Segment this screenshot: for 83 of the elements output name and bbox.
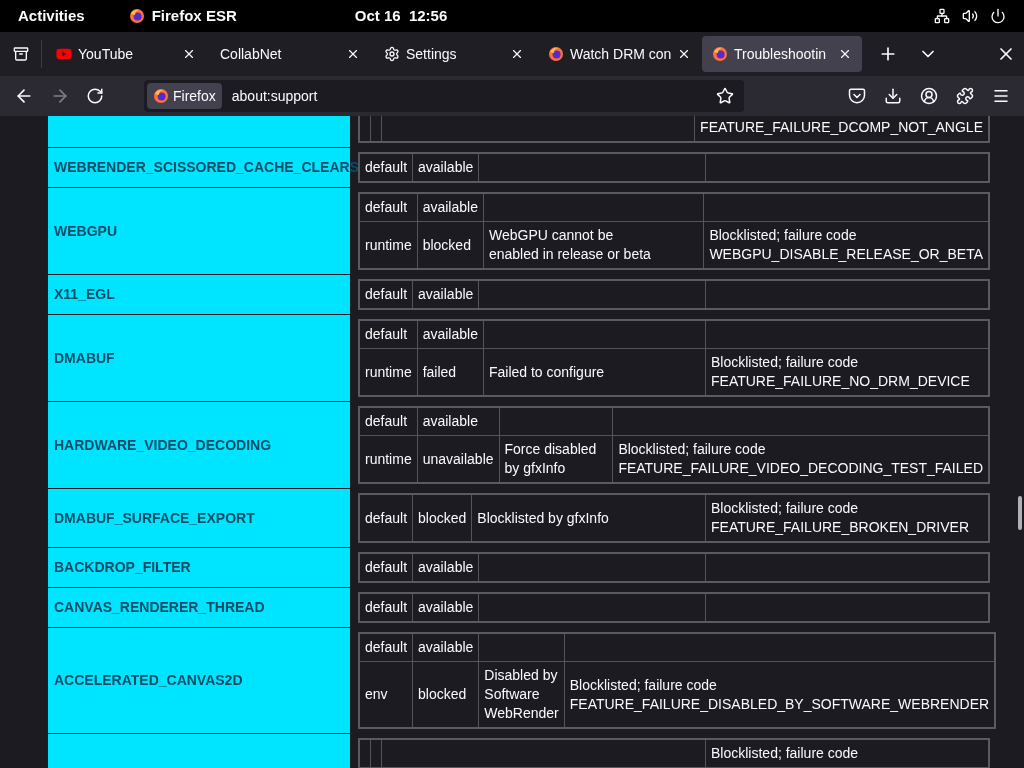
table-cell-text: failed bbox=[422, 363, 457, 380]
tab-title: Settings bbox=[406, 44, 458, 64]
network-icon[interactable] bbox=[934, 8, 950, 24]
table-cell-text: Blocklisted; failure code WEBGPU_DISABLE_RELEASE_OR_BETA bbox=[709, 227, 983, 262]
download-icon[interactable] bbox=[884, 87, 902, 105]
table-cell-text: default bbox=[365, 199, 408, 215]
url-text[interactable]: about:support bbox=[231, 85, 318, 107]
table-cell-text: Failed to configure bbox=[488, 363, 605, 380]
table-cell-text: available bbox=[418, 286, 474, 302]
app-name[interactable]: Firefox ESR bbox=[151, 4, 237, 28]
video-play-icon bbox=[56, 46, 72, 62]
extensions-icon[interactable] bbox=[956, 87, 974, 105]
table-cell-text: Blocklisted; failure code FEATURE_FAILURE_NO_DRM_DEVICE bbox=[711, 354, 970, 389]
feature-name: BACKDROP_FILTER bbox=[54, 558, 191, 577]
table-cell-text: runtime bbox=[365, 363, 412, 380]
clock[interactable]: Oct 16 12:56 bbox=[354, 4, 448, 28]
table-cell-text: blocked bbox=[418, 686, 467, 702]
settings-icon bbox=[384, 46, 400, 62]
table-cell-text: default bbox=[365, 639, 408, 655]
table-cell-text: default bbox=[365, 509, 408, 526]
table-cell-text: Blocklisted; failure code FEATURE_FAILURE_DISABLED_BY_SOFTWARE_WEBRENDER bbox=[569, 676, 990, 712]
table-cell-text: Blocklisted; failure code FEATURE_FAILURE_VIDEO_DECODING_TEST_FAILED bbox=[618, 441, 983, 476]
table-cell-text: Blocklisted by gfxInfo bbox=[477, 509, 609, 526]
feature-name: WEBGPU bbox=[54, 221, 117, 241]
table-cell-text: blocked bbox=[418, 509, 467, 526]
table-cell-text: runtime bbox=[365, 450, 412, 467]
firefox-icon bbox=[548, 46, 564, 62]
table-cell-text: default bbox=[365, 413, 408, 429]
close-icon[interactable] bbox=[838, 47, 852, 61]
browser-tab[interactable]: YouTube bbox=[46, 36, 206, 72]
tab-title: Watch DRM con bbox=[570, 44, 672, 64]
tab-title: Troubleshootin bbox=[734, 44, 828, 64]
table-cell-text: Blocklisted; failure code bbox=[711, 745, 859, 761]
close-icon[interactable] bbox=[346, 47, 360, 61]
table-cell-text: available bbox=[418, 159, 474, 175]
feature-name: X11_EGL bbox=[54, 285, 115, 304]
browser-tab[interactable]: CollabNet bbox=[210, 36, 370, 72]
table-cell-text: unavailable bbox=[422, 450, 494, 467]
browser-tab[interactable]: Settings bbox=[374, 36, 534, 72]
firefox-icon bbox=[153, 88, 169, 104]
table-cell-text: blocked bbox=[422, 236, 471, 253]
pocket-icon[interactable] bbox=[848, 87, 866, 105]
table-cell-text: default bbox=[365, 326, 408, 342]
table-cell-text: available bbox=[418, 639, 474, 655]
table-cell-text: default bbox=[365, 159, 408, 175]
table-cell-text: available bbox=[422, 413, 478, 429]
table-cell-text: default bbox=[365, 286, 408, 302]
app-icon bbox=[128, 8, 145, 24]
table-cell-text: available bbox=[418, 599, 474, 615]
account-icon[interactable] bbox=[920, 87, 938, 105]
browser-tab[interactable]: Troubleshootin bbox=[702, 36, 862, 72]
feature-name: CANVAS_RENDERER_THREAD bbox=[54, 598, 265, 617]
table-cell-text: default bbox=[365, 559, 408, 575]
feature-name: DMABUF bbox=[54, 348, 115, 368]
reload-icon[interactable] bbox=[86, 87, 104, 105]
activities-button[interactable]: Activities bbox=[18, 4, 85, 28]
address-bar[interactable]: Firefox about:support bbox=[144, 80, 744, 112]
scrollbar-thumb[interactable] bbox=[1018, 496, 1022, 530]
star-icon[interactable] bbox=[716, 87, 734, 105]
feature-name: DMABUF_SURFACE_EXPORT bbox=[54, 508, 255, 528]
table-cell-text: available bbox=[422, 199, 478, 215]
table-cell-text: Blocklisted; failure code FEATURE_FAILURE_BROKEN_DRIVER bbox=[711, 500, 970, 535]
browser-tab[interactable]: Watch DRM con bbox=[538, 36, 698, 72]
power-icon[interactable] bbox=[990, 8, 1006, 24]
firefox-icon bbox=[712, 46, 728, 62]
table-cell-text: Force disabled by gfxInfo bbox=[504, 441, 597, 476]
tab-title: CollabNet bbox=[220, 44, 283, 64]
table-cell-text: env bbox=[365, 686, 388, 702]
tab-title: YouTube bbox=[78, 44, 134, 64]
table-cell-text: available bbox=[418, 559, 474, 575]
table-cell-text: available bbox=[422, 326, 478, 342]
feature-name: ACCELERATED_CANVAS2D bbox=[54, 671, 243, 690]
feature-name: HARDWARE_VIDEO_DECODING bbox=[54, 435, 272, 455]
close-icon[interactable] bbox=[182, 47, 196, 61]
table-cell-text: Disabled by Software WebRender bbox=[484, 667, 559, 721]
table-cell-text: FEATURE_FAILURE_DCOMP_NOT_ANGLE bbox=[700, 119, 983, 135]
table-cell-text: default bbox=[365, 599, 408, 615]
table-cell-text: runtime bbox=[365, 236, 412, 253]
tab-overview-icon[interactable] bbox=[12, 46, 29, 62]
close-icon[interactable] bbox=[510, 47, 524, 61]
table-cell-text: WebGPU cannot be enabled in release or beta bbox=[488, 227, 651, 262]
volume-icon[interactable] bbox=[962, 8, 978, 24]
menu-icon[interactable] bbox=[992, 87, 1010, 105]
